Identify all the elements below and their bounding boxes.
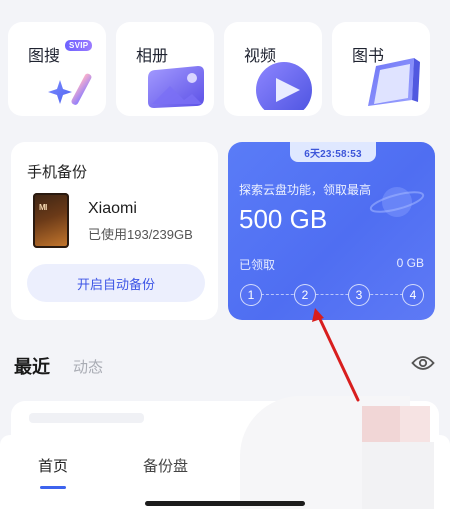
active-tab-indicator bbox=[40, 486, 66, 489]
storage-usage: 已使用193/239GB bbox=[88, 227, 193, 242]
step-circle: 1 bbox=[240, 284, 262, 306]
cloud-promo-card[interactable]: 6天23:58:53 探索云盘功能，领取最高 500 GB 已领取 0 GB 1… bbox=[228, 142, 435, 320]
sparkle-search-icon bbox=[48, 73, 92, 105]
tile-label: 图搜 bbox=[28, 48, 61, 65]
svip-badge: SVIP bbox=[65, 40, 93, 51]
obscured-region bbox=[362, 406, 400, 442]
claimed-label: 已领取 bbox=[239, 258, 276, 272]
photo-album-icon bbox=[148, 66, 204, 108]
obscured-region bbox=[400, 406, 430, 442]
video-play-icon bbox=[256, 62, 312, 110]
tab-dynamic[interactable]: 动态 bbox=[73, 356, 103, 377]
tile-label: 相册 bbox=[136, 48, 169, 65]
phone-backup-card[interactable]: 手机备份 MI Xiaomi 已使用193/239GB 开启自动备份 bbox=[11, 142, 218, 320]
backup-title: 手机备份 bbox=[27, 164, 88, 181]
progress-steps: 1 2 3 4 bbox=[240, 284, 424, 306]
book-icon bbox=[368, 58, 420, 106]
enable-auto-backup-button[interactable]: 开启自动备份 bbox=[27, 264, 205, 302]
step-circle: 3 bbox=[348, 284, 370, 306]
tile-video[interactable]: 视频 bbox=[224, 22, 322, 116]
home-indicator[interactable] bbox=[145, 501, 305, 506]
nav-backup-disk[interactable]: 备份盘 bbox=[143, 455, 188, 476]
step-circle: 2 bbox=[294, 284, 316, 306]
phone-brand-mark: MI bbox=[39, 203, 47, 212]
steps-dashed-line bbox=[251, 294, 413, 295]
promo-subtitle: 探索云盘功能，领取最高 bbox=[239, 183, 372, 197]
feature-tiles: 图搜 SVIP 相册 视频 图书 bbox=[8, 22, 450, 116]
step-circle: 4 bbox=[402, 284, 424, 306]
list-item-placeholder bbox=[29, 413, 144, 423]
nav-home[interactable]: 首页 bbox=[38, 455, 68, 476]
promo-amount: 500 GB bbox=[239, 204, 328, 234]
tile-books[interactable]: 图书 bbox=[332, 22, 430, 116]
countdown-text: 6天23:58:53 bbox=[304, 148, 362, 160]
countdown-badge: 6天23:58:53 bbox=[290, 142, 376, 162]
tile-album[interactable]: 相册 bbox=[116, 22, 214, 116]
planet-icon bbox=[369, 187, 425, 217]
device-name: Xiaomi bbox=[88, 200, 137, 217]
tile-image-search[interactable]: 图搜 SVIP bbox=[8, 22, 106, 116]
app-screen: 图搜 SVIP 相册 视频 图书 手机备份 MI Xiaomi 已使用193/2… bbox=[0, 0, 450, 509]
eye-icon[interactable] bbox=[411, 354, 435, 372]
phone-icon: MI bbox=[33, 193, 69, 248]
tab-recent[interactable]: 最近 bbox=[14, 353, 50, 379]
claimed-value: 0 GB bbox=[396, 256, 424, 270]
obscured-region bbox=[362, 442, 434, 509]
